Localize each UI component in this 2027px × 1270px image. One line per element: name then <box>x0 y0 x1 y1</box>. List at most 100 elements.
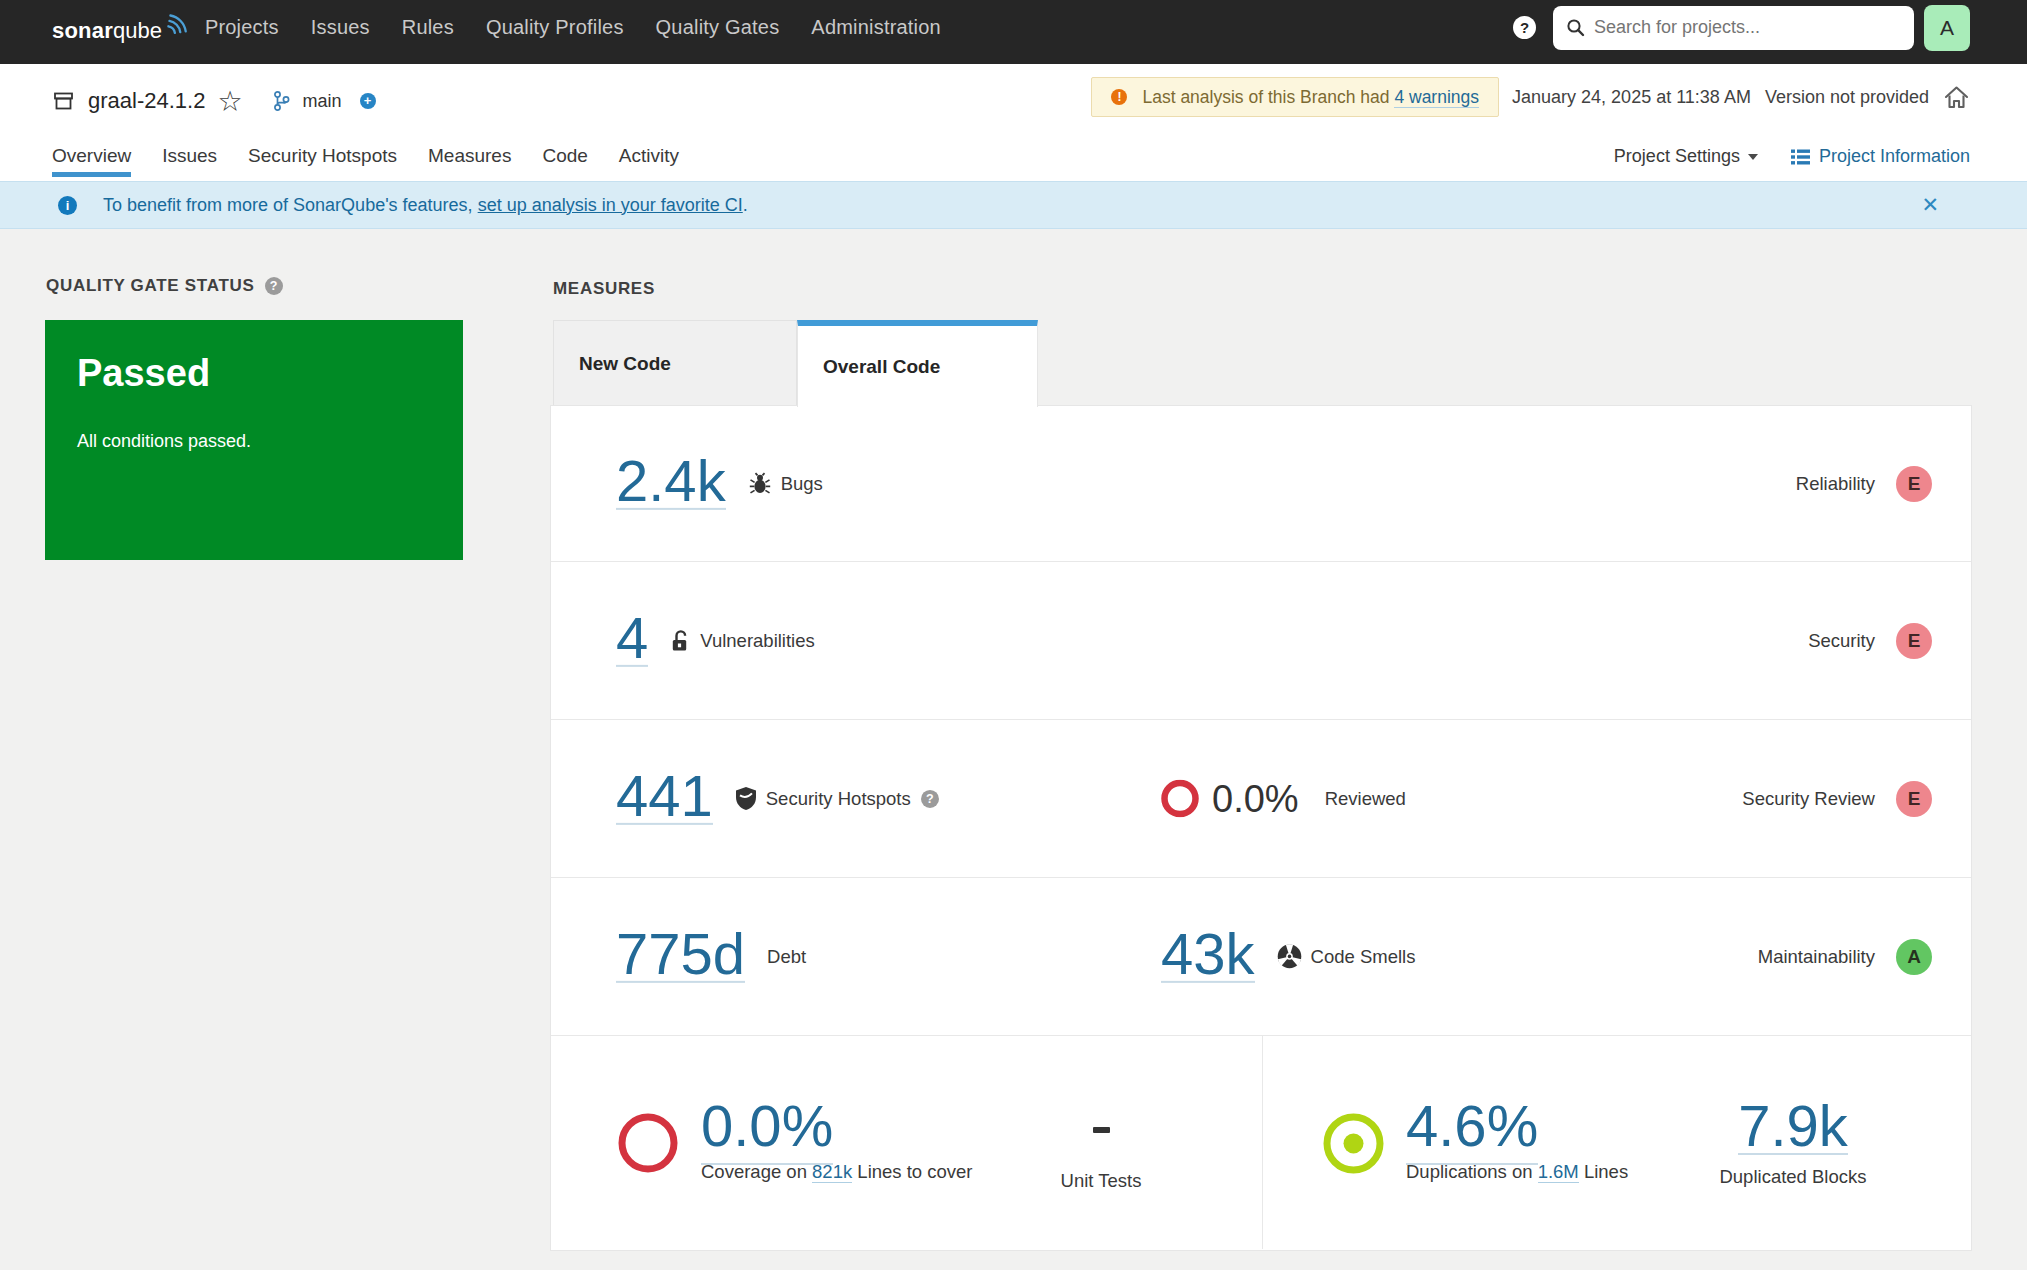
banner-text: To benefit from more of SonarQube's feat… <box>103 195 748 216</box>
nav-item-administration[interactable]: Administration <box>795 16 957 39</box>
reviewed-ring-icon <box>1161 780 1199 818</box>
reliability-label: Reliability <box>1796 473 1875 495</box>
analysis-date: January 24, 2025 at 11:38 AM <box>1512 87 1751 108</box>
warning-icon: ! <box>1111 89 1127 105</box>
close-icon[interactable]: ✕ <box>1921 193 1939 217</box>
search-box[interactable] <box>1553 6 1914 50</box>
bugs-count-link[interactable]: 2.4k <box>616 457 726 509</box>
top-nav: sonarqube Projects Issues Rules Quality … <box>0 0 2027 64</box>
maintainability-rating-badge: A <box>1896 939 1932 975</box>
nav-item-issues[interactable]: Issues <box>295 16 386 39</box>
logo-text-light: qube <box>113 18 162 44</box>
measure-row-bottom: 0.0% Coverage on 821k Lines to cover Uni… <box>551 1036 1971 1249</box>
ci-banner: i To benefit from more of SonarQube's fe… <box>0 181 2027 229</box>
measures-panel: 2.4k Bugs Reliability E 4 Vulnerabilitie… <box>550 405 1972 1251</box>
header-right: ! Last analysis of this Branch had 4 war… <box>1091 77 1970 117</box>
measure-row-security-hotspots: 441 Security Hotspots ? 0.0% Reviewed Se… <box>551 720 1971 878</box>
add-branch-icon[interactable]: + <box>360 93 376 109</box>
bugs-label: Bugs <box>781 472 823 494</box>
project-settings-dropdown[interactable]: Project Settings <box>1614 146 1758 167</box>
help-circle-icon[interactable]: ? <box>921 789 939 807</box>
tab-activity[interactable]: Activity <box>619 145 679 177</box>
open-lock-icon <box>670 628 691 652</box>
nav-item-rules[interactable]: Rules <box>386 16 470 39</box>
info-icon: i <box>58 196 77 215</box>
help-circle-icon[interactable]: ? <box>265 277 283 295</box>
measure-row-maintainability: 775d Debt 43k Code Smells Maintainabilit… <box>551 878 1971 1036</box>
coverage-percent-link[interactable]: 0.0% <box>701 1093 833 1165</box>
code-smells-label: Code Smells <box>1311 945 1416 967</box>
security-review-label: Security Review <box>1742 788 1875 810</box>
measure-row-bugs: 2.4k Bugs Reliability E <box>551 406 1971 562</box>
duplicated-blocks-label: Duplicated Blocks <box>1708 1166 1878 1188</box>
warning-text: Last analysis of this Branch had 4 warni… <box>1142 87 1479 108</box>
project-name: graal-24.1.2 <box>88 88 205 114</box>
logo-text-bold: sonar <box>52 18 113 44</box>
reliability-rating-badge: E <box>1896 466 1932 502</box>
measure-row-vulnerabilities: 4 Vulnerabilities Security E <box>551 562 1971 720</box>
project-icon <box>52 90 75 112</box>
sonarqube-logo[interactable]: sonarqube <box>52 12 189 44</box>
warning-box: ! Last analysis of this Branch had 4 war… <box>1091 77 1499 117</box>
project-tabs: Overview Issues Security Hotspots Measur… <box>52 145 679 177</box>
list-icon <box>1790 147 1811 167</box>
duplicated-lines-link[interactable]: 1.6M <box>1538 1161 1579 1183</box>
lines-to-cover-link[interactable]: 821k <box>812 1161 852 1183</box>
shield-icon <box>735 786 757 811</box>
favorite-star-icon[interactable]: ☆ <box>217 91 242 113</box>
bug-icon <box>748 471 772 495</box>
tab-overall-code[interactable]: Overall Code <box>797 320 1038 407</box>
nav-item-quality-profiles[interactable]: Quality Profiles <box>470 16 640 39</box>
project-information-link[interactable]: Project Information <box>1790 146 1970 167</box>
nav-menu: Projects Issues Rules Quality Profiles Q… <box>189 16 957 39</box>
avatar[interactable]: A <box>1924 5 1970 51</box>
reviewed-percent: 0.0% <box>1212 777 1299 820</box>
branch-icon <box>273 90 290 112</box>
version-label: Version not provided <box>1765 87 1929 108</box>
code-smells-count-link[interactable]: 43k <box>1161 930 1255 982</box>
help-icon[interactable]: ? <box>1513 16 1536 39</box>
measures-heading: MEASURES <box>553 279 655 299</box>
nav-right: ? A <box>1513 5 1970 51</box>
coverage-cell: 0.0% Coverage on 821k Lines to cover Uni… <box>551 1036 1263 1249</box>
duplicated-blocks-block: 7.9k Duplicated Blocks <box>1708 1103 1878 1188</box>
duplicated-blocks-link[interactable]: 7.9k <box>1738 1103 1848 1155</box>
project-header: graal-24.1.2 ☆ main + ! Last analysis of… <box>0 64 2027 181</box>
security-rating-badge: E <box>1896 623 1932 659</box>
nav-item-projects[interactable]: Projects <box>189 16 295 39</box>
code-smell-icon <box>1277 944 1302 969</box>
duplications-cell: 4.6% Duplications on 1.6M Lines 7.9k Dup… <box>1263 1036 1971 1249</box>
duplications-sub-line: Duplications on 1.6M Lines <box>1406 1161 1628 1183</box>
unit-tests-label: Unit Tests <box>1031 1170 1171 1192</box>
tab-new-code[interactable]: New Code <box>553 320 797 406</box>
tab-overview[interactable]: Overview <box>52 145 131 177</box>
reviewed-label: Reviewed <box>1325 788 1406 810</box>
tab-measures[interactable]: Measures <box>428 145 511 177</box>
security-review-rating-badge: E <box>1896 781 1932 817</box>
duplications-percent-link[interactable]: 4.6% <box>1406 1093 1538 1165</box>
maintainability-label: Maintainability <box>1758 946 1875 968</box>
quality-gate-detail: All conditions passed. <box>77 431 431 452</box>
debt-link[interactable]: 775d <box>616 930 745 982</box>
security-hotspots-count-link[interactable]: 441 <box>616 772 713 824</box>
quality-gate-heading: QUALITY GATE STATUS ? <box>46 276 283 296</box>
chevron-down-icon <box>1748 154 1758 160</box>
debt-label: Debt <box>767 945 806 967</box>
nav-item-quality-gates[interactable]: Quality Gates <box>640 16 796 39</box>
unit-tests-block: Unit Tests <box>1031 1103 1171 1192</box>
vulnerabilities-count-link[interactable]: 4 <box>616 614 648 666</box>
sonar-waves-icon <box>164 12 189 34</box>
tab-issues[interactable]: Issues <box>162 145 217 177</box>
search-input[interactable] <box>1594 17 1894 38</box>
tabs-right: Project Settings Project Information <box>1614 146 1970 167</box>
security-label: Security <box>1808 630 1875 652</box>
tab-code[interactable]: Code <box>542 145 587 177</box>
quality-gate-status-box: Passed All conditions passed. <box>45 320 463 560</box>
banner-ci-link[interactable]: set up analysis in your favorite CI <box>478 195 743 215</box>
vulnerabilities-label: Vulnerabilities <box>700 629 815 651</box>
home-icon[interactable] <box>1943 84 1970 110</box>
warnings-link[interactable]: 4 warnings <box>1394 87 1479 108</box>
tab-security-hotspots[interactable]: Security Hotspots <box>248 145 397 177</box>
coverage-sub-line: Coverage on 821k Lines to cover <box>701 1161 973 1183</box>
coverage-ring-icon <box>618 1113 678 1173</box>
